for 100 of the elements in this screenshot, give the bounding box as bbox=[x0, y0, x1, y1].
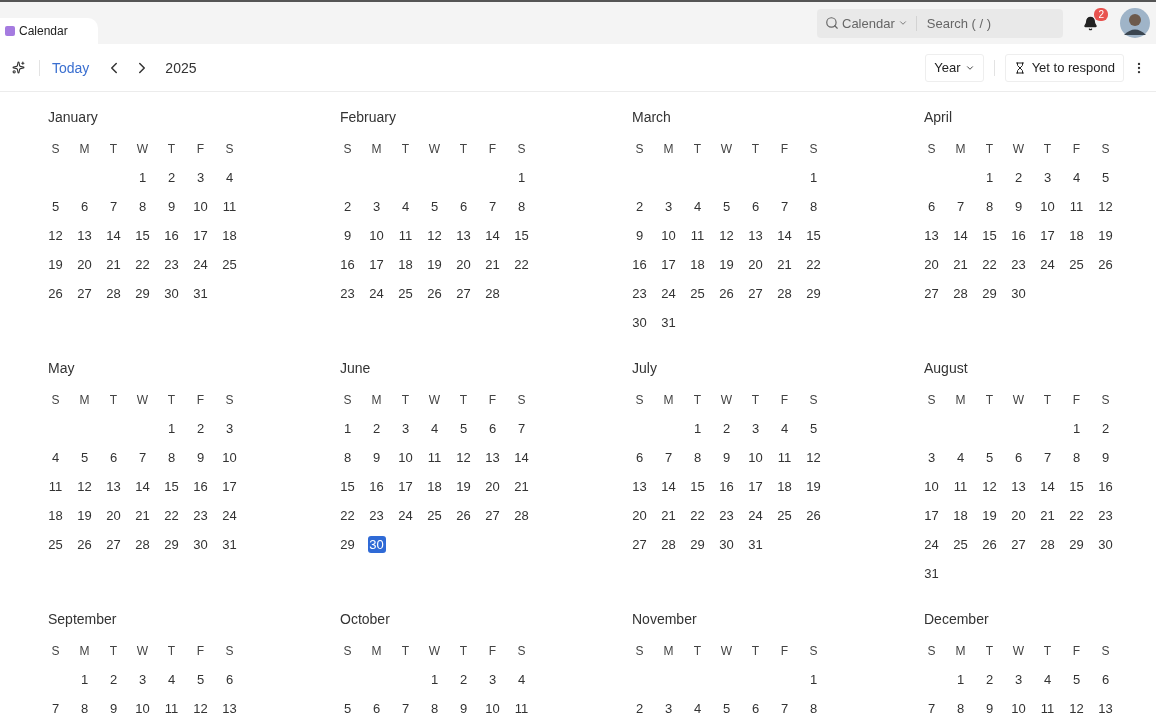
day-number[interactable]: 26 bbox=[717, 285, 736, 302]
day-number[interactable]: 25 bbox=[220, 256, 239, 273]
day-number[interactable]: 3 bbox=[1009, 671, 1028, 688]
day-number[interactable]: 2 bbox=[1096, 420, 1115, 437]
day-number[interactable]: 13 bbox=[220, 700, 239, 717]
day-number[interactable]: 5 bbox=[980, 449, 999, 466]
day-number[interactable]: 19 bbox=[454, 478, 473, 495]
sparkle-icon[interactable] bbox=[12, 61, 25, 74]
day-number[interactable]: 1 bbox=[162, 420, 181, 437]
day-number[interactable]: 12 bbox=[425, 227, 444, 244]
day-number[interactable]: 24 bbox=[1038, 256, 1057, 273]
day-number[interactable]: 14 bbox=[659, 478, 678, 495]
day-number[interactable]: 2 bbox=[338, 198, 357, 215]
day-number[interactable]: 6 bbox=[922, 198, 941, 215]
day-number[interactable]: 9 bbox=[338, 227, 357, 244]
day-number[interactable]: 3 bbox=[659, 700, 678, 717]
day-number[interactable]: 6 bbox=[1096, 671, 1115, 688]
day-number[interactable]: 8 bbox=[512, 198, 531, 215]
day-number[interactable]: 30 bbox=[717, 536, 736, 553]
day-number[interactable]: 2 bbox=[630, 700, 649, 717]
day-number[interactable]: 2 bbox=[630, 198, 649, 215]
day-number[interactable]: 8 bbox=[804, 700, 823, 717]
day-number[interactable]: 6 bbox=[1009, 449, 1028, 466]
day-number[interactable]: 2 bbox=[454, 671, 473, 688]
day-number[interactable]: 11 bbox=[1038, 700, 1057, 717]
day-number[interactable]: 1 bbox=[804, 169, 823, 186]
day-number[interactable]: 4 bbox=[1067, 169, 1086, 186]
day-number[interactable]: 4 bbox=[1038, 671, 1057, 688]
day-number[interactable]: 20 bbox=[75, 256, 94, 273]
day-number[interactable]: 6 bbox=[746, 198, 765, 215]
day-number[interactable]: 26 bbox=[75, 536, 94, 553]
day-number[interactable]: 22 bbox=[804, 256, 823, 273]
day-number[interactable]: 8 bbox=[951, 700, 970, 717]
day-number[interactable]: 5 bbox=[717, 700, 736, 717]
day-number[interactable]: 12 bbox=[717, 227, 736, 244]
day-number[interactable]: 21 bbox=[1038, 507, 1057, 524]
day-number[interactable]: 17 bbox=[367, 256, 386, 273]
day-number[interactable]: 13 bbox=[1009, 478, 1028, 495]
day-number[interactable]: 18 bbox=[425, 478, 444, 495]
day-number[interactable]: 29 bbox=[688, 536, 707, 553]
day-number[interactable]: 27 bbox=[483, 507, 502, 524]
day-number[interactable]: 17 bbox=[191, 227, 210, 244]
day-number[interactable]: 3 bbox=[483, 671, 502, 688]
day-number[interactable]: 8 bbox=[1067, 449, 1086, 466]
day-number[interactable]: 15 bbox=[688, 478, 707, 495]
day-number[interactable]: 1 bbox=[338, 420, 357, 437]
day-number[interactable]: 1 bbox=[804, 671, 823, 688]
day-number[interactable]: 25 bbox=[688, 285, 707, 302]
day-number[interactable]: 19 bbox=[46, 256, 65, 273]
day-number[interactable]: 30 bbox=[1009, 285, 1028, 302]
day-number[interactable]: 6 bbox=[483, 420, 502, 437]
day-number[interactable]: 23 bbox=[717, 507, 736, 524]
day-number[interactable]: 22 bbox=[980, 256, 999, 273]
day-number[interactable]: 30 bbox=[630, 314, 649, 331]
day-number[interactable]: 5 bbox=[425, 198, 444, 215]
day-number[interactable]: 13 bbox=[746, 227, 765, 244]
day-number[interactable]: 5 bbox=[1096, 169, 1115, 186]
day-number[interactable]: 21 bbox=[483, 256, 502, 273]
day-number[interactable]: 9 bbox=[980, 700, 999, 717]
day-number[interactable]: 6 bbox=[367, 700, 386, 717]
day-number[interactable]: 16 bbox=[630, 256, 649, 273]
day-number[interactable]: 8 bbox=[425, 700, 444, 717]
day-number[interactable]: 6 bbox=[746, 700, 765, 717]
day-number[interactable]: 16 bbox=[367, 478, 386, 495]
day-number[interactable]: 12 bbox=[980, 478, 999, 495]
day-number[interactable]: 14 bbox=[951, 227, 970, 244]
day-number[interactable]: 10 bbox=[1009, 700, 1028, 717]
day-number[interactable]: 21 bbox=[104, 256, 123, 273]
day-number[interactable]: 12 bbox=[75, 478, 94, 495]
day-number[interactable]: 15 bbox=[133, 227, 152, 244]
day-number[interactable]: 13 bbox=[75, 227, 94, 244]
day-number[interactable]: 18 bbox=[688, 256, 707, 273]
day-number[interactable]: 31 bbox=[659, 314, 678, 331]
day-number[interactable]: 11 bbox=[162, 700, 181, 717]
day-number[interactable]: 16 bbox=[191, 478, 210, 495]
day-number[interactable]: 21 bbox=[512, 478, 531, 495]
day-number[interactable]: 4 bbox=[512, 671, 531, 688]
day-number[interactable]: 5 bbox=[338, 700, 357, 717]
day-number[interactable]: 8 bbox=[338, 449, 357, 466]
day-number[interactable]: 5 bbox=[804, 420, 823, 437]
day-number[interactable]: 20 bbox=[746, 256, 765, 273]
day-number[interactable]: 3 bbox=[659, 198, 678, 215]
day-number[interactable]: 10 bbox=[659, 227, 678, 244]
day-number[interactable]: 15 bbox=[1067, 478, 1086, 495]
day-number[interactable]: 5 bbox=[454, 420, 473, 437]
day-number[interactable]: 3 bbox=[746, 420, 765, 437]
day-number[interactable]: 20 bbox=[454, 256, 473, 273]
day-number[interactable]: 24 bbox=[659, 285, 678, 302]
day-number[interactable]: 15 bbox=[162, 478, 181, 495]
day-number[interactable]: 23 bbox=[1096, 507, 1115, 524]
day-number[interactable]: 23 bbox=[338, 285, 357, 302]
day-number[interactable]: 13 bbox=[630, 478, 649, 495]
day-number[interactable]: 27 bbox=[75, 285, 94, 302]
day-number[interactable]: 20 bbox=[104, 507, 123, 524]
day-number[interactable]: 13 bbox=[922, 227, 941, 244]
day-number[interactable]: 28 bbox=[659, 536, 678, 553]
day-number[interactable]: 3 bbox=[1038, 169, 1057, 186]
day-number[interactable]: 16 bbox=[162, 227, 181, 244]
day-number[interactable]: 26 bbox=[46, 285, 65, 302]
day-number[interactable]: 17 bbox=[396, 478, 415, 495]
